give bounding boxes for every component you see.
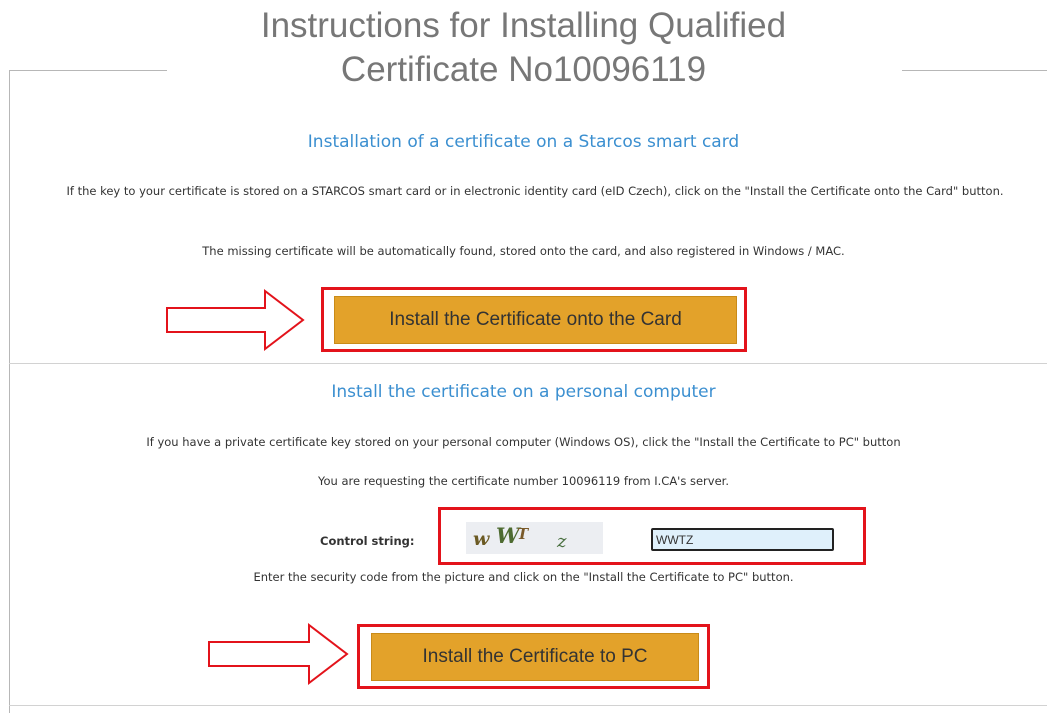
control-string-label: Control string: [320,534,415,548]
card-section-instructions: If the key to your certificate is stored… [66,184,1004,198]
right-arrow-icon [166,289,305,351]
captcha-instructions: Enter the security code from the picture… [253,570,794,584]
card-section-note: The missing certificate will be automati… [202,244,845,258]
right-arrow-icon [208,623,349,685]
pc-section-instructions: If you have a private certificate key st… [146,435,901,449]
pc-section-title: Install the certificate on a personal co… [331,382,716,402]
page-title: Instructions for Installing Qualified Ce… [260,6,787,89]
card-section-title: Installation of a certificate on a Starc… [307,132,740,152]
section-divider-bottom [9,705,1047,706]
install-on-card-button[interactable]: Install the Certificate onto the Card [334,296,737,344]
certificate-install-page: Instructions for Installing Qualified Ce… [0,0,1047,713]
install-to-pc-button[interactable]: Install the Certificate to PC [371,633,699,681]
section-divider [9,363,1047,364]
control-string-input[interactable] [651,528,834,551]
certificate-request-note: You are requesting the certificate numbe… [318,474,729,488]
